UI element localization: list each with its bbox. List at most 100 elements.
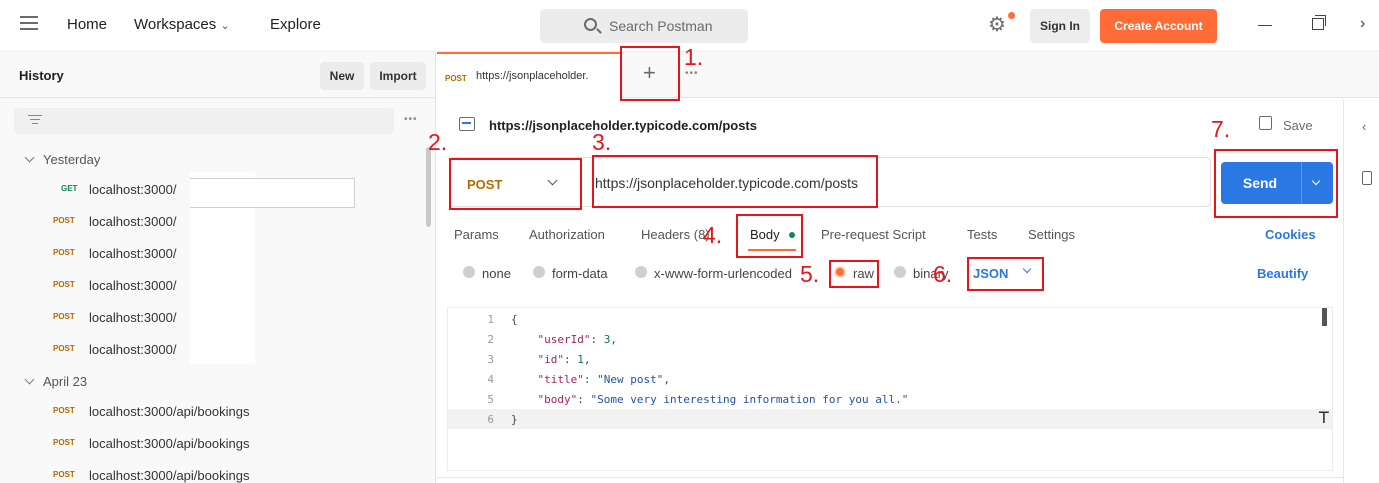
history-url: localhost:3000/api/bookings bbox=[89, 436, 250, 451]
radio-form-data[interactable] bbox=[533, 266, 545, 278]
editor-scrollbar[interactable] bbox=[1322, 308, 1327, 326]
radio-x-www-form-urlencoded[interactable] bbox=[635, 266, 647, 278]
history-url: localhost:3000/api/bookings bbox=[89, 404, 250, 419]
restore-window-icon[interactable] bbox=[1312, 15, 1326, 30]
method-badge: POST bbox=[53, 406, 75, 415]
tab-settings[interactable]: Settings bbox=[1028, 227, 1075, 242]
radio-none[interactable] bbox=[463, 266, 475, 278]
documentation-icon[interactable] bbox=[1362, 171, 1372, 185]
chevron-down-icon bbox=[24, 152, 35, 163]
create-account-button[interactable]: Create Account bbox=[1100, 9, 1217, 43]
new-button[interactable]: New bbox=[320, 62, 364, 90]
radio-binary[interactable] bbox=[894, 266, 906, 278]
save-button[interactable]: Save bbox=[1283, 118, 1313, 133]
close-window-icon[interactable]: › bbox=[1360, 15, 1365, 33]
radio-label[interactable]: none bbox=[482, 266, 511, 281]
redaction-box bbox=[190, 178, 355, 208]
cookies-link[interactable]: Cookies bbox=[1265, 227, 1316, 242]
import-button[interactable]: Import bbox=[370, 62, 426, 90]
method-badge: POST bbox=[445, 74, 467, 83]
gear-icon[interactable]: ⚙ bbox=[988, 15, 1006, 35]
history-group-april-23[interactable]: April 23 bbox=[24, 374, 88, 389]
code-line: "body": "Some very interesting informati… bbox=[537, 393, 909, 406]
method-badge: POST bbox=[53, 438, 75, 447]
collapse-panel-icon[interactable]: ‹ bbox=[1362, 119, 1366, 134]
line-number: 6 bbox=[487, 413, 494, 426]
tab-pre-request-script[interactable]: Pre-request Script bbox=[821, 227, 926, 242]
annotation-label: 7. bbox=[1211, 116, 1231, 142]
method-badge: GET bbox=[61, 184, 78, 193]
json-comma: , bbox=[610, 333, 617, 346]
tab-headers[interactable]: Headers (8) bbox=[641, 227, 710, 242]
history-item[interactable]: POST localhost:3000/api/bookings bbox=[0, 460, 420, 483]
line-number: 4 bbox=[487, 373, 494, 386]
annotation-label: 3. bbox=[592, 129, 612, 155]
line-number: 1 bbox=[487, 313, 494, 326]
code-line: "id": 1, bbox=[537, 353, 591, 366]
body-editor[interactable]: 1 2 3 4 5 6 { "userId": 3, "id": 1, "tit… bbox=[447, 307, 1333, 471]
tab-authorization[interactable]: Authorization bbox=[529, 227, 605, 242]
tab-params[interactable]: Params bbox=[454, 227, 499, 242]
code-line: { bbox=[511, 313, 518, 326]
method-badge: POST bbox=[53, 216, 75, 225]
nav-explore[interactable]: Explore bbox=[270, 16, 321, 33]
method-badge: POST bbox=[53, 312, 75, 321]
method-badge: POST bbox=[53, 344, 75, 353]
json-value: "Some very interesting information for y… bbox=[590, 393, 909, 406]
save-icon[interactable] bbox=[1259, 116, 1272, 130]
request-title[interactable]: https://jsonplaceholder.typicode.com/pos… bbox=[489, 118, 757, 133]
nav-home[interactable]: Home bbox=[67, 16, 107, 33]
more-options-icon[interactable]: ••• bbox=[404, 114, 418, 125]
chevron-down-icon: ⌄ bbox=[220, 20, 230, 32]
sidebar-scrollbar[interactable] bbox=[426, 147, 431, 227]
history-url: localhost:3000/api/bookings bbox=[89, 468, 250, 483]
menu-icon[interactable] bbox=[20, 16, 38, 34]
annotation-box-new-tab bbox=[620, 46, 680, 101]
group-label: April 23 bbox=[43, 374, 88, 389]
annotation-label: 2. bbox=[428, 129, 448, 155]
notification-dot bbox=[1008, 12, 1015, 19]
history-item[interactable]: POST localhost:3000/api/bookings bbox=[0, 428, 420, 460]
text-cursor-icon: 𝖳 bbox=[1319, 408, 1329, 427]
tab-url: https://jsonplaceholder. bbox=[476, 70, 589, 82]
divider bbox=[437, 477, 1343, 478]
filter-icon-line bbox=[32, 123, 38, 124]
json-key: "title" bbox=[537, 373, 584, 386]
annotation-box-body-tab bbox=[736, 214, 803, 258]
http-request-icon bbox=[459, 117, 475, 131]
line-number: 3 bbox=[487, 353, 494, 366]
annotation-box-raw bbox=[829, 260, 879, 288]
json-key: "userId" bbox=[537, 333, 591, 346]
filter-icon bbox=[28, 115, 42, 116]
history-url: localhost:3000/ bbox=[89, 342, 177, 357]
history-item[interactable]: POST localhost:3000/api/bookings bbox=[0, 396, 420, 428]
history-sidebar: History New Import ••• Yesterday GET loca… bbox=[0, 52, 436, 483]
annotation-label: 6. bbox=[933, 261, 953, 287]
sidebar-title: History bbox=[19, 68, 64, 83]
beautify-link[interactable]: Beautify bbox=[1257, 266, 1308, 281]
history-url: localhost:3000/ bbox=[89, 214, 177, 229]
sign-in-button[interactable]: Sign In bbox=[1030, 9, 1090, 43]
method-badge: POST bbox=[53, 470, 75, 479]
line-number: 2 bbox=[487, 333, 494, 346]
nav-workspaces[interactable]: Workspaces ⌄ bbox=[134, 16, 230, 33]
tab-tests[interactable]: Tests bbox=[967, 227, 997, 242]
history-group-yesterday[interactable]: Yesterday bbox=[24, 152, 100, 167]
annotation-box-json bbox=[967, 257, 1044, 291]
method-badge: POST bbox=[53, 280, 75, 289]
radio-label[interactable]: x-www-form-urlencoded bbox=[654, 266, 792, 281]
line-number: 5 bbox=[487, 393, 494, 406]
search-input[interactable]: Search Postman bbox=[540, 9, 748, 43]
radio-label[interactable]: form-data bbox=[552, 266, 608, 281]
json-value: 1 bbox=[577, 353, 584, 366]
history-filter-input[interactable] bbox=[14, 108, 394, 134]
annotation-box-method bbox=[449, 158, 582, 210]
right-rail: ‹ bbox=[1343, 99, 1379, 483]
sidebar-header: History New Import bbox=[0, 52, 436, 98]
code-line: "userId": 3, bbox=[537, 333, 617, 346]
history-url: localhost:3000/ bbox=[89, 310, 177, 325]
json-comma: , bbox=[583, 353, 591, 366]
minimize-window-icon[interactable] bbox=[1258, 25, 1272, 26]
request-tab[interactable]: POST https://jsonplaceholder. bbox=[437, 52, 621, 98]
search-icon bbox=[584, 18, 597, 31]
